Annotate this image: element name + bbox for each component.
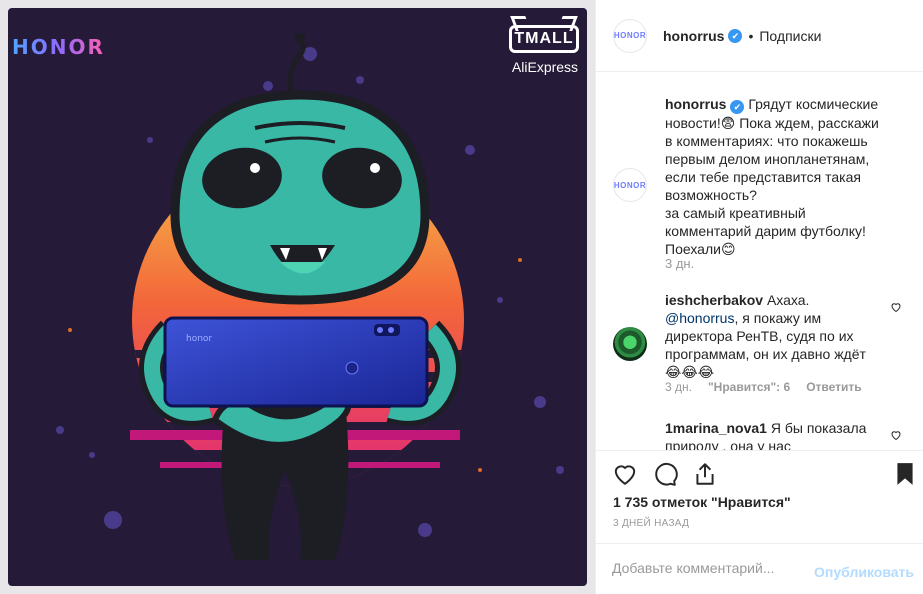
comment-like-heart-icon[interactable] xyxy=(890,429,902,441)
publish-button[interactable]: Опубликовать xyxy=(814,564,914,580)
avatar-logo-text: HONOR xyxy=(613,31,647,40)
comment-text: 1marina_nova1 Я бы показала природу , он… xyxy=(665,419,877,450)
comment-text: ieshcherbakov Ахаха. @honorrus, я покажу… xyxy=(665,291,877,381)
bookmark-icon[interactable] xyxy=(892,461,918,487)
reply-button[interactable]: Ответить xyxy=(806,380,861,394)
author-avatar[interactable]: HONOR xyxy=(613,18,647,53)
honor-brand-logo: HONOR xyxy=(12,35,105,59)
caption-username[interactable]: honorrus xyxy=(665,96,726,112)
comment-like-heart-icon[interactable] xyxy=(890,301,902,313)
post-actions-bar xyxy=(596,450,923,496)
verified-badge-icon: ✔ xyxy=(730,100,745,114)
caption-avatar[interactable]: HONOR xyxy=(613,168,647,202)
caption-time[interactable]: 3 дн. xyxy=(665,256,694,271)
aliexpress-label: AliExpress xyxy=(511,59,579,75)
alien-illustration: honor xyxy=(0,0,595,594)
following-button[interactable]: Подписки xyxy=(759,28,821,44)
tmall-logo: TMALL xyxy=(509,14,579,58)
author-username[interactable]: honorrus xyxy=(663,28,724,44)
comments-list[interactable]: HONOR honorrus ✔ Грядут космические новос… xyxy=(596,73,923,450)
comment-username[interactable]: ieshcherbakov xyxy=(665,292,763,308)
post-date[interactable]: 3 ДНЕЙ НАЗАД xyxy=(613,518,689,529)
comment-time[interactable]: 3 дн. xyxy=(665,380,692,394)
commenter-avatar[interactable] xyxy=(613,327,647,361)
post-image[interactable]: honor HONOR TMALL AliExpress xyxy=(0,0,595,594)
avatar-logo-text: HONOR xyxy=(613,180,647,190)
comment-username[interactable]: 1marina_nova1 xyxy=(665,420,767,436)
heart-icon[interactable] xyxy=(612,461,638,487)
caption-text-block: honorrus ✔ Грядут космические новости!😨 П… xyxy=(665,95,890,258)
tmall-label: TMALL xyxy=(509,25,579,53)
separator-dot: • xyxy=(748,27,754,44)
verified-badge-icon: ✔ xyxy=(728,28,743,43)
comment-text-part: Ахаха. xyxy=(766,292,810,308)
phone-brand-text: honor xyxy=(186,334,212,344)
caption-text: Грядут космические новости!😨 Пока ждем, … xyxy=(665,96,879,257)
comment-likes[interactable]: "Нравится": 6 xyxy=(708,380,790,394)
share-icon[interactable] xyxy=(692,461,718,487)
post-header: HONOR honorrus ✔ • Подписки xyxy=(596,0,923,72)
comment-meta: 3 дн. "Нравится": 6 Ответить xyxy=(665,380,862,394)
add-comment-bar: Опубликовать xyxy=(596,543,923,594)
likes-count[interactable]: 1 735 отметок "Нравится" xyxy=(613,494,791,510)
comment-input[interactable] xyxy=(612,560,812,576)
comment-icon[interactable] xyxy=(652,461,678,487)
caption-meta: 3 дн. xyxy=(665,256,694,271)
mention-link[interactable]: @honorrus xyxy=(665,310,734,326)
post-side-panel: HONOR honorrus ✔ • Подписки HONOR honorr… xyxy=(595,0,923,594)
